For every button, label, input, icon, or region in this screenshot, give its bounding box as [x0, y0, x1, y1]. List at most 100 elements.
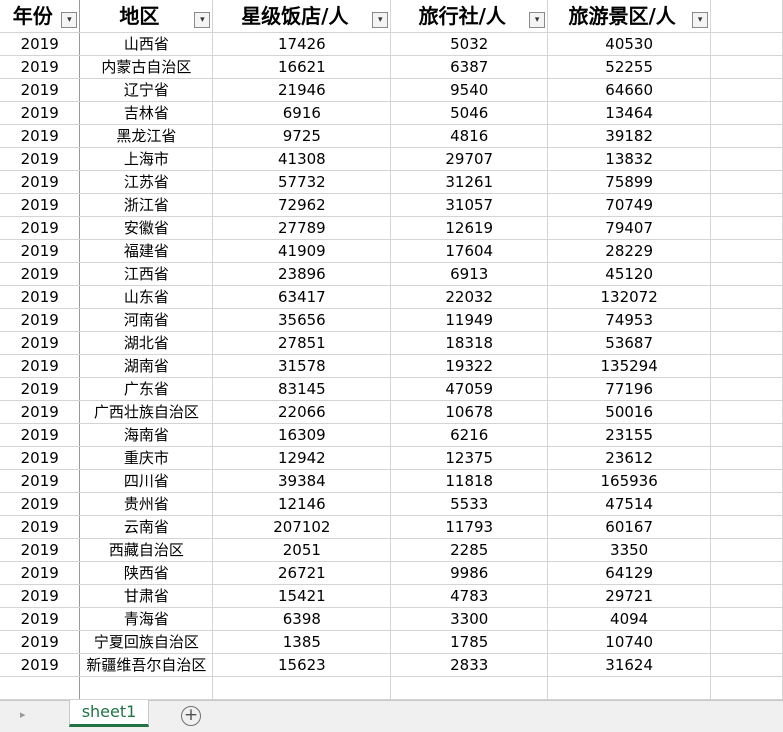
scenic-area-staff-cell[interactable]: 3350 — [547, 538, 712, 562]
year-cell[interactable]: 2019 — [0, 147, 81, 171]
empty-cell[interactable] — [710, 492, 783, 516]
travel-agency-staff-cell[interactable]: 6216 — [390, 423, 549, 447]
hotel-staff-cell[interactable]: 6916 — [212, 101, 392, 125]
hotel-staff-cell[interactable]: 39384 — [212, 469, 392, 493]
hotel-staff-cell[interactable]: 63417 — [212, 285, 392, 309]
empty-cell[interactable] — [710, 216, 783, 240]
scenic-area-staff-cell[interactable]: 60167 — [547, 515, 712, 539]
hotel-staff-cell[interactable]: 41308 — [212, 147, 392, 171]
scenic-area-staff-cell[interactable]: 53687 — [547, 331, 712, 355]
travel-agency-staff-cell[interactable]: 2285 — [390, 538, 549, 562]
empty-cell[interactable] — [710, 584, 783, 608]
travel-agency-staff-cell[interactable]: 18318 — [390, 331, 549, 355]
region-cell[interactable]: 上海市 — [79, 147, 214, 171]
hotel-staff-cell[interactable]: 23896 — [212, 262, 392, 286]
hotel-staff-cell[interactable]: 16621 — [212, 55, 392, 79]
travel-agency-staff-cell[interactable]: 10678 — [390, 400, 549, 424]
travel-agency-staff-cell[interactable]: 3300 — [390, 607, 549, 631]
scenic-area-staff-cell[interactable]: 45120 — [547, 262, 712, 286]
hotel-staff-cell[interactable]: 9725 — [212, 124, 392, 148]
column-header-1[interactable]: 年份 ▾ — [0, 0, 81, 33]
empty-cell[interactable] — [710, 538, 783, 562]
empty-cell[interactable] — [710, 446, 783, 470]
year-cell[interactable]: 2019 — [0, 78, 81, 102]
year-cell[interactable]: 2019 — [0, 492, 81, 516]
year-cell[interactable]: 2019 — [0, 561, 81, 585]
scenic-area-staff-cell[interactable]: 135294 — [547, 354, 712, 378]
scenic-area-staff-cell[interactable]: 4094 — [547, 607, 712, 631]
hotel-staff-cell[interactable]: 31578 — [212, 354, 392, 378]
region-cell[interactable]: 江苏省 — [79, 170, 214, 194]
region-cell[interactable]: 甘肃省 — [79, 584, 214, 608]
scenic-area-staff-cell[interactable]: 10740 — [547, 630, 712, 654]
empty-cell[interactable] — [710, 676, 783, 700]
hotel-staff-cell[interactable]: 27851 — [212, 331, 392, 355]
scenic-area-staff-cell[interactable]: 31624 — [547, 653, 712, 677]
year-cell[interactable]: 2019 — [0, 515, 81, 539]
empty-cell[interactable] — [710, 124, 783, 148]
scenic-area-staff-cell[interactable]: 77196 — [547, 377, 712, 401]
empty-cell[interactable] — [710, 469, 783, 493]
travel-agency-staff-cell[interactable]: 9986 — [390, 561, 549, 585]
year-cell[interactable]: 2019 — [0, 607, 81, 631]
region-cell[interactable]: 重庆市 — [79, 446, 214, 470]
empty-cell[interactable] — [710, 653, 783, 677]
scenic-area-staff-cell[interactable]: 165936 — [547, 469, 712, 493]
empty-cell[interactable] — [710, 78, 783, 102]
scenic-area-staff-cell[interactable]: 75899 — [547, 170, 712, 194]
travel-agency-staff-cell[interactable]: 5533 — [390, 492, 549, 516]
hotel-staff-cell[interactable]: 17426 — [212, 32, 392, 56]
hotel-staff-cell[interactable]: 21946 — [212, 78, 392, 102]
region-cell[interactable]: 江西省 — [79, 262, 214, 286]
region-cell[interactable]: 浙江省 — [79, 193, 214, 217]
filter-dropdown-icon[interactable]: ▾ — [529, 12, 546, 28]
region-cell[interactable]: 山东省 — [79, 285, 214, 309]
scenic-area-staff-cell[interactable]: 47514 — [547, 492, 712, 516]
empty-cell[interactable] — [710, 354, 783, 378]
scenic-area-staff-cell[interactable]: 64660 — [547, 78, 712, 102]
scroll-right-icon[interactable]: ▸ — [20, 708, 26, 721]
scenic-area-staff-cell[interactable]: 13464 — [547, 101, 712, 125]
year-cell[interactable]: 2019 — [0, 630, 81, 654]
scenic-area-staff-cell[interactable]: 23155 — [547, 423, 712, 447]
hotel-staff-cell[interactable]: 26721 — [212, 561, 392, 585]
filter-dropdown-icon[interactable]: ▾ — [194, 12, 211, 28]
travel-agency-staff-cell[interactable]: 11818 — [390, 469, 549, 493]
empty-cell[interactable] — [0, 676, 81, 700]
scenic-area-staff-cell[interactable]: 13832 — [547, 147, 712, 171]
scenic-area-staff-cell[interactable]: 64129 — [547, 561, 712, 585]
year-cell[interactable]: 2019 — [0, 285, 81, 309]
region-cell[interactable]: 青海省 — [79, 607, 214, 631]
region-cell[interactable]: 内蒙古自治区 — [79, 55, 214, 79]
column-header-4[interactable]: 旅行社/人 ▾ — [390, 0, 549, 33]
scenic-area-staff-cell[interactable]: 79407 — [547, 216, 712, 240]
year-cell[interactable]: 2019 — [0, 101, 81, 125]
empty-cell[interactable] — [710, 285, 783, 309]
year-cell[interactable]: 2019 — [0, 55, 81, 79]
hotel-staff-cell[interactable]: 35656 — [212, 308, 392, 332]
spreadsheet-grid[interactable]: 年份 ▾ 地区 ▾ 星级饭店/人 ▾ 旅行社/人 ▾ 旅游景区/人 ▾ 2019 山西省 17426 50… — [0, 0, 783, 700]
region-cell[interactable]: 湖北省 — [79, 331, 214, 355]
filter-dropdown-icon[interactable]: ▾ — [692, 12, 709, 28]
region-cell[interactable]: 吉林省 — [79, 101, 214, 125]
year-cell[interactable]: 2019 — [0, 216, 81, 240]
empty-cell[interactable] — [710, 377, 783, 401]
travel-agency-staff-cell[interactable]: 6387 — [390, 55, 549, 79]
travel-agency-staff-cell[interactable]: 22032 — [390, 285, 549, 309]
travel-agency-staff-cell[interactable]: 9540 — [390, 78, 549, 102]
year-cell[interactable]: 2019 — [0, 400, 81, 424]
scenic-area-staff-cell[interactable]: 29721 — [547, 584, 712, 608]
travel-agency-staff-cell[interactable]: 5046 — [390, 101, 549, 125]
hotel-staff-cell[interactable]: 15623 — [212, 653, 392, 677]
scenic-area-staff-cell[interactable]: 39182 — [547, 124, 712, 148]
region-cell[interactable]: 海南省 — [79, 423, 214, 447]
empty-cell[interactable] — [710, 170, 783, 194]
year-cell[interactable]: 2019 — [0, 538, 81, 562]
scenic-area-staff-cell[interactable]: 28229 — [547, 239, 712, 263]
column-header-3[interactable]: 星级饭店/人 ▾ — [212, 0, 392, 33]
hotel-staff-cell[interactable]: 22066 — [212, 400, 392, 424]
empty-cell[interactable] — [547, 676, 712, 700]
scenic-area-staff-cell[interactable]: 40530 — [547, 32, 712, 56]
travel-agency-staff-cell[interactable]: 19322 — [390, 354, 549, 378]
year-cell[interactable]: 2019 — [0, 124, 81, 148]
